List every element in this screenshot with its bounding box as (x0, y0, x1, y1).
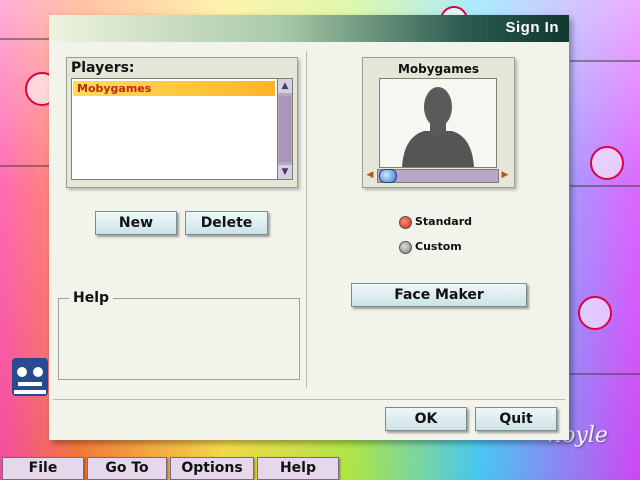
dialog-title: Sign In (505, 19, 559, 36)
face-maker-button[interactable]: Face Maker (351, 283, 527, 307)
radio-selected-icon[interactable] (399, 216, 412, 229)
silhouette-icon (402, 87, 474, 167)
vertical-divider (306, 51, 307, 388)
face-maker-desktop-icon (10, 350, 50, 402)
right-arrow-icon[interactable]: ▶ (499, 169, 511, 181)
background-divider (570, 60, 640, 62)
title-bar: Sign In (49, 15, 569, 42)
menu-go-to[interactable]: Go To (87, 457, 167, 480)
left-arrow-icon[interactable]: ◀ (364, 169, 376, 181)
quit-button[interactable]: Quit (475, 407, 557, 431)
face-slider-thumb[interactable] (379, 169, 397, 183)
face-panel: Mobygames ◀ ▶ (362, 57, 515, 188)
help-label: Help (69, 290, 114, 306)
ok-button[interactable]: OK (385, 407, 467, 431)
background-game-icon (590, 146, 624, 180)
help-group: Help (58, 290, 300, 380)
triangle-down-icon: ▼ (281, 167, 289, 177)
horizontal-divider (53, 399, 565, 400)
delete-button[interactable]: Delete (185, 211, 268, 235)
scroll-up-button[interactable]: ▲ (278, 79, 292, 93)
list-item[interactable]: Mobygames (73, 81, 275, 96)
sign-in-dialog: Sign In Players: Mobygames ▲ ▼ New Delet… (49, 15, 569, 440)
players-label: Players: (71, 60, 135, 76)
radio-unselected-icon[interactable] (399, 241, 412, 254)
new-button[interactable]: New (95, 211, 177, 235)
triangle-up-icon: ▲ (281, 81, 289, 91)
scroll-down-button[interactable]: ▼ (278, 165, 292, 179)
radio-standard-label: Standard (415, 215, 473, 228)
menu-help[interactable]: Help (257, 457, 339, 480)
face-name: Mobygames (397, 62, 480, 76)
menu-bar: File Go To Options Help (0, 456, 640, 480)
players-panel: Players: Mobygames ▲ ▼ (66, 57, 298, 188)
background-divider (570, 185, 640, 187)
menu-file[interactable]: File (2, 457, 84, 480)
background-divider (570, 373, 640, 375)
radio-custom-label: Custom (415, 240, 462, 253)
players-list[interactable]: Mobygames (71, 78, 278, 180)
face-slider[interactable]: ◀ ▶ (363, 168, 514, 183)
menu-options[interactable]: Options (170, 457, 254, 480)
scroll-thumb[interactable] (279, 96, 291, 162)
players-scrollbar[interactable]: ▲ ▼ (277, 78, 293, 180)
background-game-icon (578, 296, 612, 330)
face-preview (379, 78, 497, 168)
